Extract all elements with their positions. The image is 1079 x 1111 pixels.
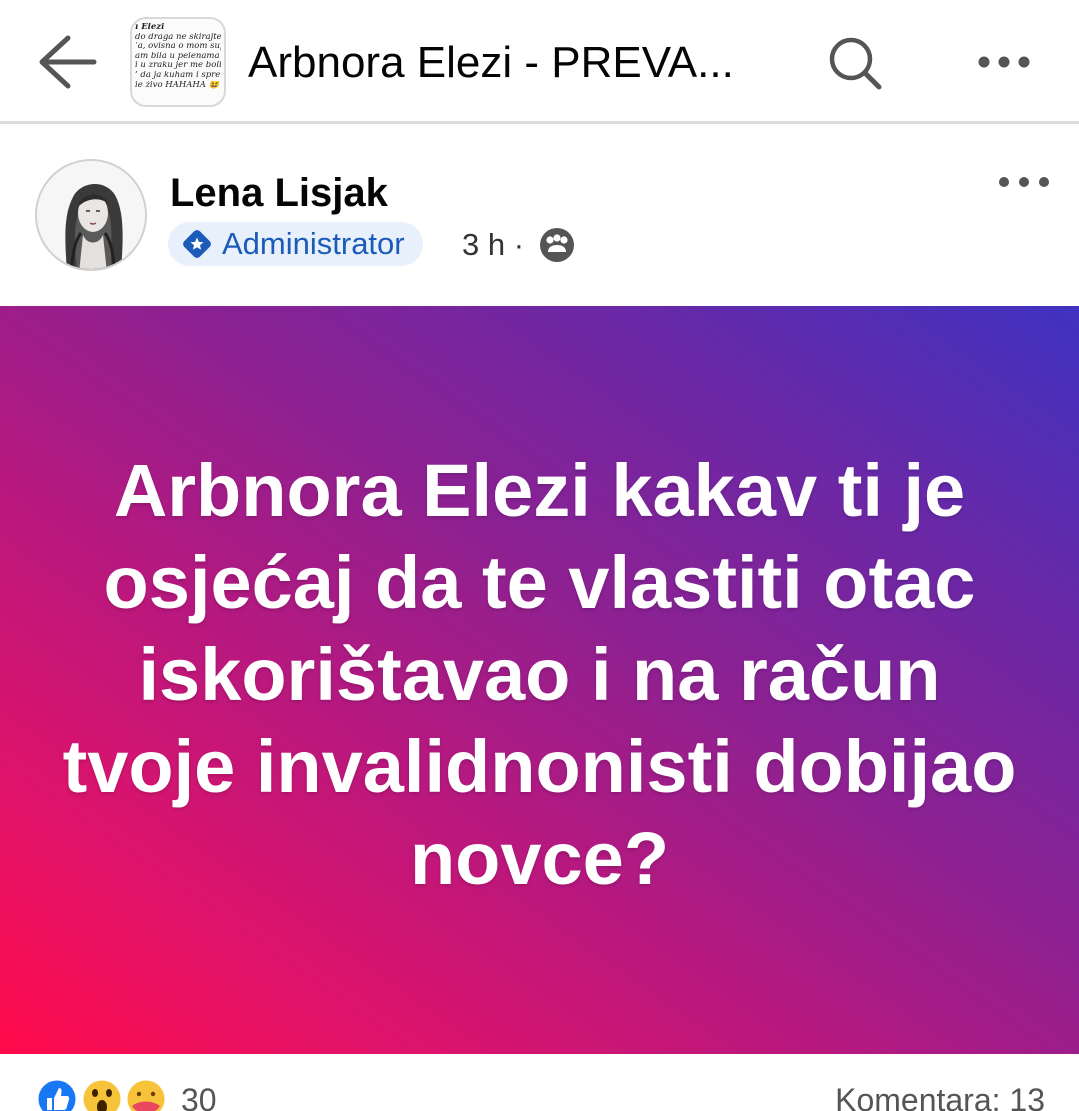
top-bar: ı Elezi do draga ne skirajte se ʼa, ovis… [0, 0, 1079, 124]
thumbnail-line: ʼa, ovisna o mom supr [135, 42, 221, 52]
reaction-icons[interactable] [34, 1076, 174, 1111]
page-title[interactable]: Arbnora Elezi - PREVA... [248, 38, 734, 88]
search-icon[interactable] [826, 34, 884, 92]
thumbnail-line: ie živo HAHAHA 😆 [135, 80, 220, 90]
thumbnail-line: ı Elezi [135, 23, 165, 32]
admin-badge[interactable]: Administrator [168, 222, 423, 266]
reaction-count[interactable]: 30 [181, 1082, 217, 1111]
post-text: Arbnora Elezi kakav ti je osjećaj da te … [62, 449, 1017, 900]
more-options-icon[interactable] [972, 46, 1036, 78]
group-audience-icon[interactable] [539, 227, 575, 263]
thumbnail-line: do draga ne skirajte se [135, 32, 221, 42]
like-icon [35, 1077, 79, 1111]
thumbnail-line: i u zraku jer me boli ku [135, 61, 221, 71]
thumbnail-line: ’ da ja kuham i spremi [135, 70, 221, 80]
wow-icon [80, 1077, 124, 1111]
post-content[interactable]: Arbnora Elezi kakav ti je osjećaj da te … [0, 306, 1079, 1054]
back-arrow-icon[interactable] [36, 33, 98, 91]
author-name[interactable]: Lena Lisjak [170, 171, 388, 216]
role-label: Administrator [222, 226, 405, 261]
post-more-options-icon[interactable] [996, 168, 1052, 196]
avatar[interactable] [35, 159, 147, 271]
group-thumbnail[interactable]: ı Elezi do draga ne skirajte se ʼa, ovis… [130, 17, 226, 107]
comments-count[interactable]: Komentara: 13 [835, 1082, 1045, 1111]
reactions-bar: 30 Komentara: 13 [0, 1054, 1079, 1111]
avatar-sketch-icon [37, 161, 145, 269]
care-icon [124, 1077, 168, 1111]
post-header: Lena Lisjak Administrator 3 h · [0, 126, 1079, 306]
thumbnail-line: am bila u pelenama do [135, 51, 221, 61]
post-timestamp[interactable]: 3 h · [462, 227, 524, 263]
admin-shield-icon [183, 230, 211, 258]
